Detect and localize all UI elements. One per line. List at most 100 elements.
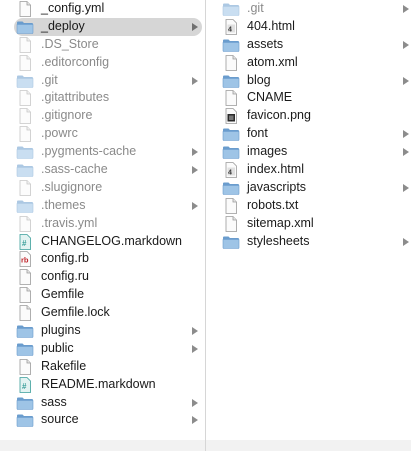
folder-row-public[interactable]: public — [16, 340, 198, 358]
item-label: .gitattributes — [41, 90, 110, 105]
disclosure-arrow-icon[interactable] — [403, 183, 409, 192]
folder-icon — [16, 162, 34, 178]
file-row-slugignore[interactable]: .slugignore — [16, 179, 194, 197]
item-label: plugins — [41, 323, 81, 338]
disclosure-arrow-icon[interactable] — [403, 237, 409, 246]
folder-row-javascripts[interactable]: javascripts — [222, 179, 409, 197]
svg-text:4: 4 — [228, 26, 232, 33]
item-label: .powrc — [41, 126, 78, 141]
folder-row-themes[interactable]: .themes — [16, 197, 198, 215]
folder-row-stylesheets[interactable]: stylesheets — [222, 233, 409, 251]
folder-row-sass-cache[interactable]: .sass-cache — [16, 161, 198, 179]
file-row-cname[interactable]: CNAME — [222, 89, 405, 107]
item-label: .git — [41, 72, 58, 87]
item-label: config.ru — [41, 269, 89, 284]
finder-column-deploy[interactable]: .git 4 404.html assets atom.xml blog CNAME favi… — [206, 0, 411, 451]
folder-icon — [16, 412, 34, 428]
file-row-gemfile-lock[interactable]: Gemfile.lock — [16, 304, 194, 322]
file-row-favicon-png[interactable]: favicon.png — [222, 107, 405, 125]
file-row-gitignore[interactable]: .gitignore — [16, 107, 194, 125]
file-row-readme-markdown[interactable]: # README.markdown — [16, 376, 194, 394]
file-row-powrc[interactable]: .powrc — [16, 125, 194, 143]
item-label: .travis.yml — [41, 215, 98, 230]
item-label: public — [41, 340, 74, 355]
folder-icon — [222, 144, 240, 160]
file-row-robots-txt[interactable]: robots.txt — [222, 197, 405, 215]
item-label: README.markdown — [41, 376, 156, 391]
file-list-root: _config.yml _deploy .DS_Store .editorconfig… — [0, 0, 205, 429]
disclosure-arrow-icon[interactable] — [192, 327, 198, 336]
folder-icon — [222, 73, 240, 89]
folder-row-plugins[interactable]: plugins — [16, 322, 198, 340]
disclosure-arrow-icon[interactable] — [403, 40, 409, 49]
item-label: index.html — [247, 162, 304, 177]
folder-row-deploy[interactable]: _deploy — [14, 17, 202, 36]
disclosure-arrow-icon[interactable] — [403, 5, 409, 13]
html-file-icon: 4 — [222, 18, 240, 35]
item-label: .editorconfig — [41, 54, 110, 69]
document-icon — [222, 197, 240, 214]
item-label: blog — [247, 72, 271, 87]
item-label: 404.html — [247, 18, 295, 33]
folder-row-source[interactable]: source — [16, 411, 198, 429]
file-row-gemfile[interactable]: Gemfile — [16, 286, 194, 304]
svg-text:4: 4 — [228, 170, 232, 177]
file-row-config-ru[interactable]: config.ru — [16, 268, 194, 286]
disclosure-arrow-icon[interactable] — [403, 130, 409, 139]
folder-row-assets[interactable]: assets — [222, 36, 409, 54]
folder-icon — [222, 37, 240, 53]
document-icon — [16, 215, 34, 232]
file-row-gitattributes[interactable]: .gitattributes — [16, 89, 194, 107]
item-label: _config.yml — [41, 1, 105, 15]
item-label: .themes — [41, 197, 86, 212]
folder-icon — [222, 1, 240, 17]
document-icon — [222, 54, 240, 71]
folder-icon — [222, 180, 240, 196]
folder-row-blog[interactable]: blog — [222, 72, 409, 90]
folder-row-pygments-cache[interactable]: .pygments-cache — [16, 143, 198, 161]
file-row-config-yml[interactable]: _config.yml — [16, 0, 194, 18]
folder-row-git[interactable]: .git — [16, 72, 198, 90]
item-label: stylesheets — [247, 233, 310, 248]
file-row-sitemap-xml[interactable]: sitemap.xml — [222, 215, 405, 233]
disclosure-arrow-icon[interactable] — [403, 76, 409, 85]
folder-row-font[interactable]: font — [222, 125, 409, 143]
file-row-ds-store[interactable]: .DS_Store — [16, 36, 194, 54]
document-icon — [16, 287, 34, 304]
image-file-icon — [222, 108, 240, 125]
item-label: images — [247, 144, 288, 159]
folder-icon — [16, 144, 34, 160]
folder-row-git[interactable]: .git — [222, 0, 409, 18]
disclosure-arrow-icon[interactable] — [192, 76, 198, 85]
disclosure-arrow-icon[interactable] — [192, 166, 198, 175]
file-row-editorconfig[interactable]: .editorconfig — [16, 54, 194, 72]
file-row-index-html[interactable]: 4 index.html — [222, 161, 405, 179]
file-row-atom-xml[interactable]: atom.xml — [222, 54, 405, 72]
document-icon — [16, 358, 34, 375]
file-row-config-rb[interactable]: rb config.rb — [16, 250, 194, 268]
folder-icon — [16, 73, 34, 89]
folder-icon — [222, 126, 240, 142]
item-label: .DS_Store — [41, 36, 99, 51]
disclosure-arrow-icon[interactable] — [192, 398, 198, 407]
disclosure-arrow-icon[interactable] — [192, 22, 198, 31]
folder-icon — [16, 341, 34, 357]
item-label: config.rb — [41, 251, 89, 266]
finder-column-root[interactable]: _config.yml _deploy .DS_Store .editorconfig… — [0, 0, 206, 451]
file-row-404-html[interactable]: 4 404.html — [222, 18, 405, 36]
disclosure-arrow-icon[interactable] — [192, 344, 198, 353]
folder-row-sass[interactable]: sass — [16, 394, 198, 412]
folder-row-images[interactable]: images — [222, 143, 409, 161]
file-row-rakefile[interactable]: Rakefile — [16, 358, 194, 376]
disclosure-arrow-icon[interactable] — [192, 148, 198, 157]
disclosure-arrow-icon[interactable] — [403, 148, 409, 157]
item-label: sass — [41, 394, 67, 409]
file-row-travis-yml[interactable]: .travis.yml — [16, 215, 194, 233]
document-icon — [16, 126, 34, 143]
item-label: javascripts — [247, 179, 307, 194]
file-row-changelog-markdown[interactable]: # CHANGELOG.markdown — [16, 233, 194, 251]
document-icon — [16, 305, 34, 322]
disclosure-arrow-icon[interactable] — [192, 416, 198, 425]
disclosure-arrow-icon[interactable] — [192, 201, 198, 210]
file-list-deploy: .git 4 404.html assets atom.xml blog CNAME favi… — [206, 0, 411, 250]
